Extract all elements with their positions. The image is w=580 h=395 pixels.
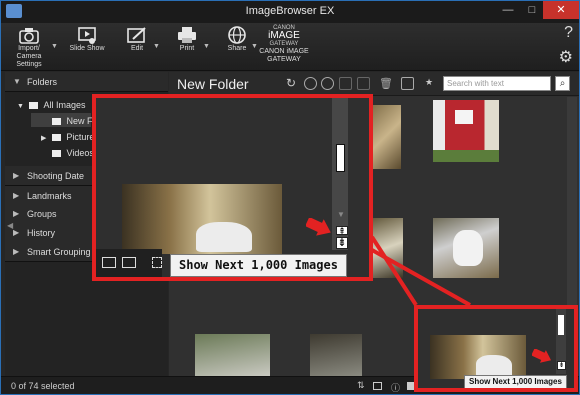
callout-line-lower [371,248,471,307]
tooltip-show-next-small: Show Next 1,000 Images [464,375,567,388]
filmstrip-icon[interactable] [102,257,116,268]
thumbnail-image[interactable] [122,184,282,254]
zoom-callout-large: ▼ ⇞ ⇟ Show Next 1,000 Images [92,94,373,281]
scrollbar-thumb[interactable] [558,315,564,335]
cat-shape [196,222,252,252]
show-next-button[interactable]: ⇟ [557,361,566,370]
scrollbar-thumb[interactable] [336,144,345,172]
show-next-button[interactable]: ⇟ [336,237,348,249]
pointer-arrow-icon [532,349,552,363]
pointer-arrow-icon [306,218,331,236]
preview-icon[interactable] [122,257,136,268]
zoom-callout-small: ⇟ Show Next 1,000 Images [414,305,578,392]
fullscreen-icon[interactable] [152,257,162,268]
show-next-button-up[interactable]: ⇞ [336,226,348,236]
scroll-down-icon[interactable]: ▼ [337,210,345,219]
zoom-status-bar [96,249,162,277]
thumbnail-image[interactable] [430,335,526,379]
tooltip-show-next: Show Next 1,000 Images [170,254,347,277]
cat-shape [476,355,512,377]
